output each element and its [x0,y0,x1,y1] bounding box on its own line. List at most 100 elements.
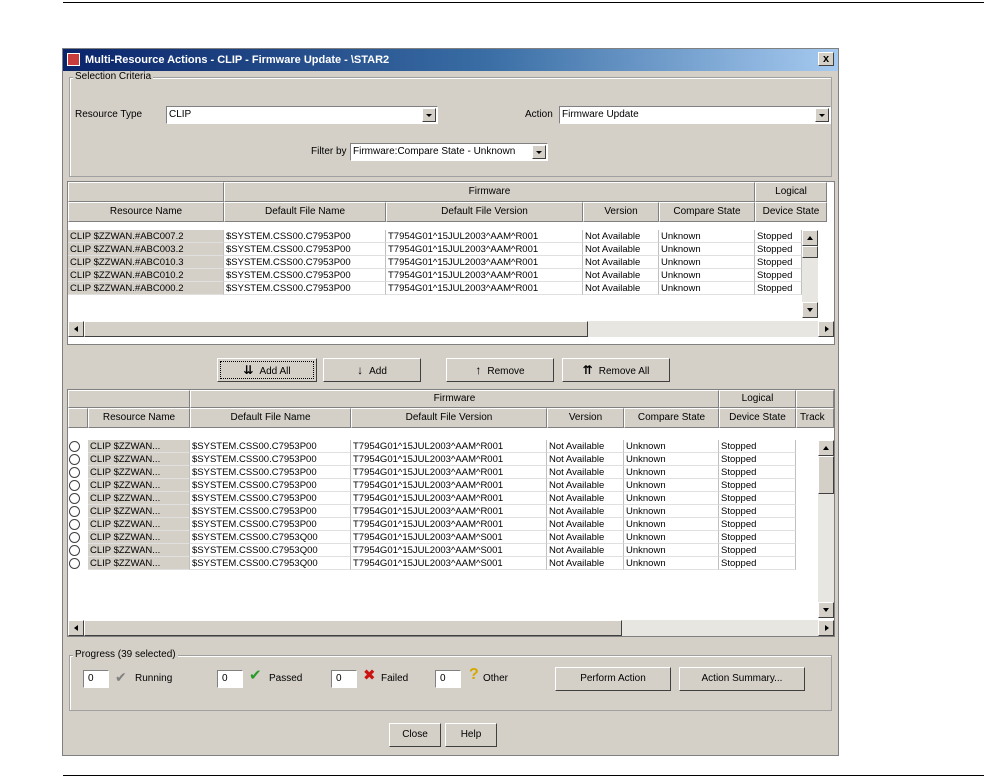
bottom-table-vscroll[interactable] [818,440,834,618]
action-summary-button[interactable]: Action Summary... [679,667,805,691]
scroll-thumb[interactable] [818,456,834,494]
row-radio-button[interactable] [69,467,80,478]
filter-by-combo[interactable]: Firmware:Compare State - Unknown [350,143,548,161]
table-cell[interactable]: Unknown [624,453,719,466]
add-all-button[interactable]: ⇊ Add All [217,358,317,382]
table-cell[interactable]: T7954G01^15JUL2003^AAM^S001 [351,531,547,544]
table-cell[interactable]: Unknown [624,557,719,570]
table-cell[interactable]: T7954G01^15JUL2003^AAM^R001 [386,282,583,295]
table-cell[interactable]: CLIP $ZZWAN... [88,492,190,505]
column-header-resource-name[interactable]: Resource Name [88,408,190,428]
table-cell[interactable]: T7954G01^15JUL2003^AAM^R001 [386,243,583,256]
table-cell[interactable]: Stopped [719,518,796,531]
table-cell[interactable]: Unknown [624,440,719,453]
table-cell[interactable]: $SYSTEM.CSS00.C7953Q00 [190,531,351,544]
close-button[interactable]: Close [389,723,441,747]
table-cell[interactable]: Not Available [547,557,624,570]
table-cell[interactable]: Unknown [659,243,755,256]
table-cell[interactable]: $SYSTEM.CSS00.C7953P00 [190,492,351,505]
table-cell[interactable]: CLIP $ZZWAN... [88,531,190,544]
table-cell[interactable]: Unknown [659,269,755,282]
table-cell[interactable]: Unknown [659,282,755,295]
table-cell[interactable]: Stopped [755,243,802,256]
table-cell[interactable]: T7954G01^15JUL2003^AAM^S001 [351,557,547,570]
table-cell[interactable]: T7954G01^15JUL2003^AAM^R001 [351,492,547,505]
table-cell[interactable]: $SYSTEM.CSS00.C7953Q00 [190,557,351,570]
scroll-right-icon[interactable] [818,620,834,636]
column-header-version[interactable]: Version [583,202,659,222]
table-cell[interactable]: Unknown [659,230,755,243]
table-cell[interactable]: CLIP $ZZWAN... [88,505,190,518]
column-header-resource-name[interactable]: Resource Name [68,202,224,222]
scroll-thumb[interactable] [802,246,818,258]
scroll-up-icon[interactable] [818,440,834,456]
table-cell[interactable]: $SYSTEM.CSS00.C7953P00 [190,466,351,479]
table-cell[interactable]: $SYSTEM.CSS00.C7953P00 [224,243,386,256]
table-cell[interactable]: $SYSTEM.CSS00.C7953P00 [190,479,351,492]
table-cell[interactable]: CLIP $ZZWAN... [88,466,190,479]
table-cell[interactable]: Not Available [547,453,624,466]
column-header-default-file-name[interactable]: Default File Name [190,408,351,428]
table-cell[interactable]: Not Available [547,544,624,557]
table-cell[interactable]: $SYSTEM.CSS00.C7953P00 [190,518,351,531]
column-header-track[interactable]: Track [796,408,834,428]
table-cell[interactable]: CLIP $ZZWAN... [88,518,190,531]
table-cell[interactable]: T7954G01^15JUL2003^AAM^S001 [351,544,547,557]
table-cell[interactable]: $SYSTEM.CSS00.C7953P00 [224,256,386,269]
table-cell[interactable]: T7954G01^15JUL2003^AAM^R001 [351,466,547,479]
table-cell[interactable]: Not Available [583,230,659,243]
row-radio-button[interactable] [69,454,80,465]
table-cell[interactable]: $SYSTEM.CSS00.C7953P00 [224,230,386,243]
table-cell[interactable]: $SYSTEM.CSS00.C7953P00 [190,453,351,466]
table-cell[interactable]: CLIP $ZZWAN... [88,479,190,492]
table-cell[interactable]: CLIP $ZZWAN... [88,453,190,466]
scroll-left-icon[interactable] [68,620,84,636]
resource-type-combo[interactable]: CLIP [166,106,438,124]
table-cell[interactable]: Stopped [755,230,802,243]
bottom-table-hscroll[interactable] [68,620,834,636]
table-cell[interactable]: T7954G01^15JUL2003^AAM^R001 [351,479,547,492]
chevron-down-icon[interactable] [815,108,829,122]
action-combo[interactable]: Firmware Update [559,106,831,124]
table-cell[interactable]: CLIP $ZZWAN.#ABC010.2 [68,269,224,282]
table-cell[interactable]: Stopped [719,453,796,466]
column-header-device-state[interactable]: Device State [755,202,827,222]
scroll-right-icon[interactable] [818,321,834,337]
table-cell[interactable]: T7954G01^15JUL2003^AAM^R001 [351,440,547,453]
row-radio-button[interactable] [69,441,80,452]
add-button[interactable]: ↓ Add [323,358,421,382]
column-header-default-file-version[interactable]: Default File Version [351,408,547,428]
scroll-thumb[interactable] [84,620,622,636]
table-cell[interactable]: CLIP $ZZWAN.#ABC007.2 [68,230,224,243]
table-cell[interactable]: $SYSTEM.CSS00.C7953P00 [224,282,386,295]
table-cell[interactable]: Not Available [547,518,624,531]
table-cell[interactable]: $SYSTEM.CSS00.C7953P00 [190,505,351,518]
table-cell[interactable]: Not Available [583,269,659,282]
row-radio-button[interactable] [69,480,80,491]
remove-button[interactable]: ↑ Remove [446,358,554,382]
remove-all-button[interactable]: ⇈ Remove All [562,358,670,382]
table-cell[interactable]: CLIP $ZZWAN... [88,557,190,570]
title-bar[interactable]: Multi-Resource Actions - CLIP - Firmware… [63,49,838,71]
row-radio-button[interactable] [69,558,80,569]
table-cell[interactable]: Stopped [719,492,796,505]
window-close-button[interactable]: x [818,52,834,66]
row-radio-button[interactable] [69,506,80,517]
row-radio-button[interactable] [69,519,80,530]
column-header-default-file-version[interactable]: Default File Version [386,202,583,222]
table-cell[interactable]: T7954G01^15JUL2003^AAM^R001 [351,518,547,531]
table-cell[interactable]: Stopped [719,466,796,479]
table-cell[interactable]: Unknown [624,531,719,544]
table-cell[interactable]: T7954G01^15JUL2003^AAM^R001 [386,256,583,269]
table-cell[interactable]: Stopped [755,282,802,295]
table-cell[interactable]: CLIP $ZZWAN... [88,440,190,453]
table-cell[interactable]: CLIP $ZZWAN.#ABC000.2 [68,282,224,295]
row-radio-button[interactable] [69,493,80,504]
chevron-down-icon[interactable] [532,145,546,159]
table-cell[interactable]: Unknown [624,466,719,479]
table-cell[interactable]: $SYSTEM.CSS00.C7953Q00 [190,544,351,557]
table-cell[interactable]: T7954G01^15JUL2003^AAM^R001 [386,269,583,282]
table-cell[interactable]: CLIP $ZZWAN... [88,544,190,557]
column-header-compare-state[interactable]: Compare State [624,408,719,428]
column-header-device-state[interactable]: Device State [719,408,796,428]
